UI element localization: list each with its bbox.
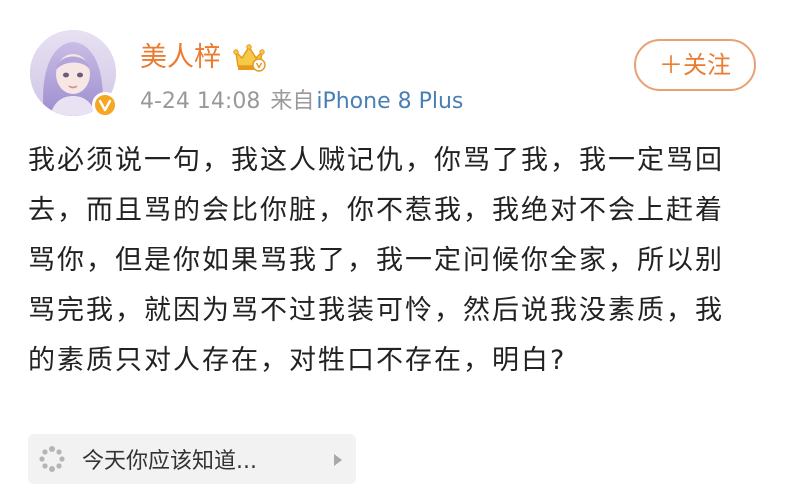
- chevron-right-icon: [332, 452, 344, 466]
- suggestion-card[interactable]: 今天你应该知道...: [28, 434, 356, 484]
- source-prefix: 来自: [270, 89, 315, 114]
- post-meta: 4-24 14:08 来自iPhone 8 Plus: [140, 86, 463, 118]
- post-body-text: 我必须说一句，我这人贼记仇，你骂了我，我一定骂回去，而且骂的会比你脏，你不惹我，…: [28, 145, 724, 376]
- verified-v-icon: [92, 92, 118, 118]
- follow-button[interactable]: ＋关注: [634, 39, 756, 91]
- weibo-post: 美人梓 4-24 14:08 来自iPhone 8 Plus ＋关注 我必须说一句…: [0, 0, 785, 500]
- suggestion-label: 今天你应该知道...: [82, 449, 257, 474]
- avatar-container[interactable]: [30, 30, 118, 118]
- username[interactable]: 美人梓: [140, 40, 221, 76]
- post-time: 4-24 14:08: [140, 89, 261, 114]
- crown-vip-icon[interactable]: [232, 42, 266, 74]
- loading-spinner-icon: [38, 445, 66, 473]
- source-device-link[interactable]: iPhone 8 Plus: [316, 89, 463, 114]
